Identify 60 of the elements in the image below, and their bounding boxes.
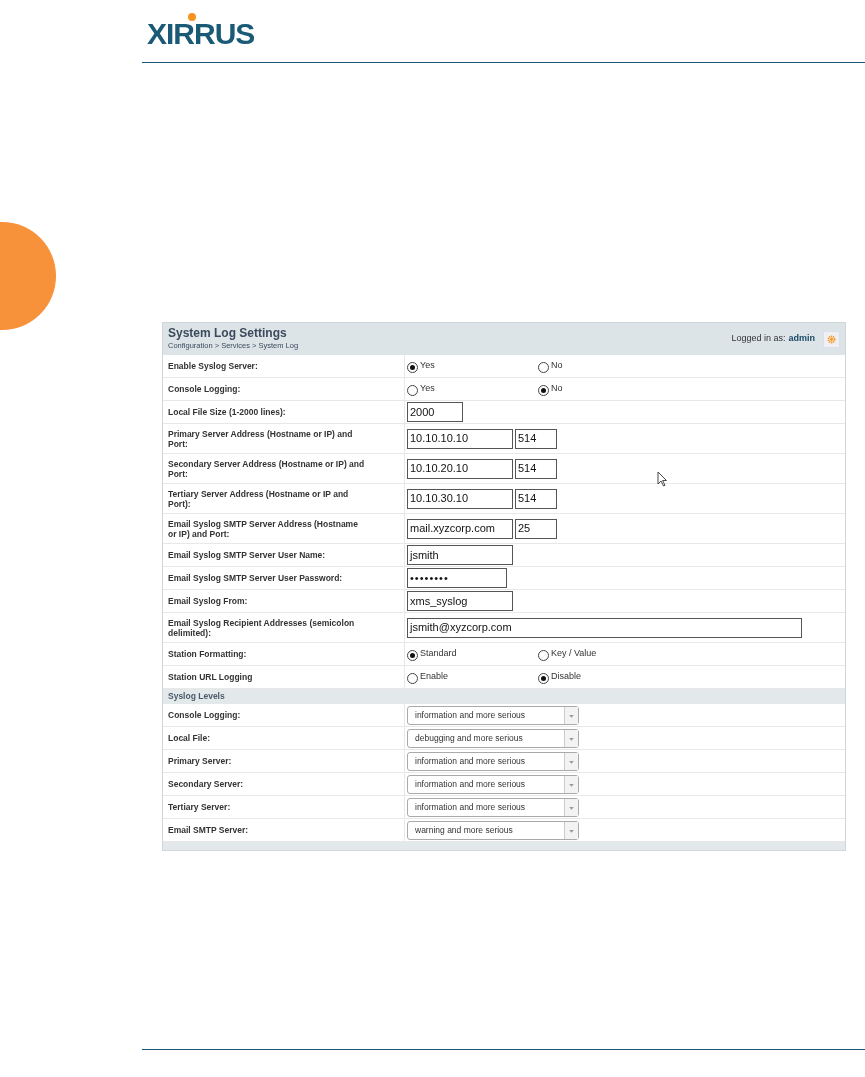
radio-option[interactable]: No [538,359,669,373]
radio-option[interactable]: Standard [407,647,538,661]
section-header: Syslog Levels [163,689,845,704]
caret-icon [564,798,578,816]
caret-icon [564,729,578,747]
field-label: Console Logging: [168,710,241,720]
dropdown[interactable]: information and more serious [407,774,579,794]
field-label: Secondary Server Address (Hostname or IP) and Port: [168,458,366,479]
radio-option[interactable]: Yes [407,359,538,373]
port-field[interactable]: 514 [515,488,557,509]
port-field[interactable]: 514 [515,458,557,479]
input-field[interactable]: jsmith [407,545,513,565]
radio-option[interactable]: Yes [407,382,538,396]
address-field[interactable]: 10.10.10.10 [407,428,513,449]
dropdown[interactable]: information and more serious [407,751,579,771]
dropdown[interactable]: information and more serious [407,705,579,725]
caret-icon [564,775,578,793]
settings-icon [827,334,836,344]
field-label: Primary Server Address (Hostname or IP) and Port: [168,428,354,449]
address-field[interactable]: 10.10.30.10 [407,488,513,509]
field-label: Local File: [168,733,211,743]
field-label: Console Logging: [168,384,241,394]
dropdown[interactable]: warning and more serious [407,820,579,840]
dropdown[interactable]: information and more serious [407,797,579,817]
panel-title: System Log Settings [168,326,288,341]
field-label: Email Syslog From: [168,596,248,606]
field-label: Primary Server: [168,756,232,766]
radio-option[interactable]: Key / Value [538,647,669,661]
port-field[interactable]: 25 [515,518,557,539]
field-label: Email Syslog SMTP Server User Password: [168,573,343,583]
logo: XIRRUS [147,17,255,50]
field-label: Enable Syslog Server: [168,361,258,371]
port-field[interactable]: 514 [515,428,557,449]
field-label: Email Syslog Recipient Addresses (semicolon delimited): [168,617,356,638]
field-label: Tertiary Server: [168,802,231,812]
radio-option[interactable]: No [538,382,669,396]
input-field[interactable]: 2000 [407,402,463,422]
field-label: Tertiary Server Address (Hostname or IP and Port): [168,488,350,509]
field-label: Local File Size (1-2000 lines): [168,407,286,417]
field-label: Email Syslog SMTP Server Address (Hostname or IP) and Port: [168,518,359,539]
field-label: Email Syslog SMTP Server User Name: [168,550,326,560]
field-label: Station Formatting: [168,649,247,659]
dropdown[interactable]: debugging and more serious [407,728,579,748]
radio-option[interactable]: Enable [407,670,538,684]
caret-icon [564,821,578,839]
address-field[interactable]: 10.10.20.10 [407,458,513,479]
field-label: Email SMTP Server: [168,825,249,835]
cursor-icon [657,471,667,487]
caret-icon [564,706,578,724]
username: admin [788,332,815,346]
radio-option[interactable]: Disable [538,670,669,684]
field-label: Station URL Logging [168,672,253,682]
field-label: Secondary Server: [168,779,244,789]
input-field[interactable]: jsmith@xyzcorp.com [407,617,802,638]
logged-in-label: Logged in as: [731,332,786,346]
address-field[interactable]: mail.xyzcorp.com [407,518,513,539]
input-field[interactable]: xms_syslog [407,591,513,611]
settings-button[interactable] [823,330,840,348]
password-field[interactable]: •••••••• [407,568,507,588]
caret-icon [564,752,578,770]
